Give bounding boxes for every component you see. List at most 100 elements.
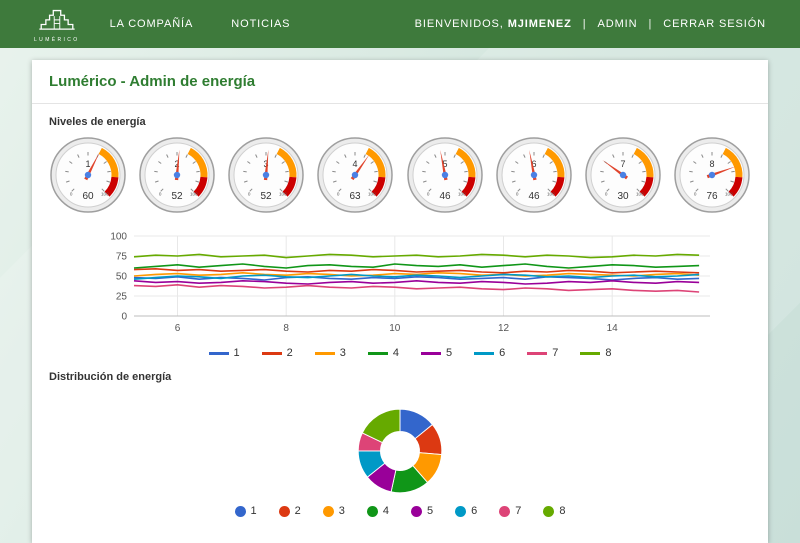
- donut-legend-item-4: 4: [367, 505, 389, 517]
- gauge-1: 0100160: [45, 136, 131, 214]
- svg-text:0: 0: [70, 192, 73, 197]
- legend-label: 5: [446, 347, 452, 359]
- svg-text:8: 8: [283, 323, 289, 334]
- gauge-7: 0100730: [580, 136, 666, 214]
- line-legend-item-4: 4: [368, 347, 399, 359]
- legend-dot-swatch: [411, 506, 422, 517]
- donut-legend-item-1: 1: [235, 505, 257, 517]
- line-legend-item-2: 2: [262, 347, 293, 359]
- gauge-2: 0100252: [134, 136, 220, 214]
- legend-label: 6: [471, 505, 477, 517]
- gauge-6: 0100646: [491, 136, 577, 214]
- legend-label: 2: [287, 347, 293, 359]
- svg-text:0: 0: [426, 192, 429, 197]
- svg-text:0: 0: [694, 192, 697, 197]
- nav-logout[interactable]: CERRAR SESIÓN: [663, 18, 766, 30]
- navbar-user-area: BIENVENIDOS, MJIMENEZ | ADMIN | CERRAR S…: [415, 18, 766, 30]
- legend-dot-swatch: [279, 506, 290, 517]
- svg-text:0: 0: [516, 192, 519, 197]
- legend-line-swatch: [368, 352, 388, 355]
- legend-label: 4: [383, 505, 389, 517]
- nav-noticias[interactable]: NOTICIAS: [231, 18, 290, 30]
- legend-line-swatch: [262, 352, 282, 355]
- line-series-4: [134, 264, 699, 268]
- legend-dot-swatch: [235, 506, 246, 517]
- gauge-value-label: 76: [706, 191, 718, 202]
- line-legend-item-5: 5: [421, 347, 452, 359]
- username: MJIMENEZ: [508, 18, 572, 30]
- legend-dot-swatch: [543, 506, 554, 517]
- donut-legend-item-8: 8: [543, 505, 565, 517]
- legend-line-swatch: [421, 352, 441, 355]
- legend-label: 1: [251, 505, 257, 517]
- line-chart-legend: 1 2 3 4 5 6 7 8: [98, 347, 722, 359]
- line-legend-item-7: 7: [527, 347, 558, 359]
- line-series-8: [134, 254, 699, 257]
- top-navbar: LUMÉRICO LA COMPAÑÍA NOTICIAS BIENVENIDO…: [0, 0, 800, 48]
- legend-label: 3: [339, 505, 345, 517]
- legend-dot-swatch: [323, 506, 334, 517]
- donut-chart-canvas: [348, 399, 452, 503]
- legend-line-swatch: [580, 352, 600, 355]
- gauges-section-title: Niveles de energía: [32, 104, 768, 132]
- nav-admin[interactable]: ADMIN: [598, 18, 638, 30]
- svg-text:100: 100: [458, 192, 466, 197]
- page-title: Lumérico - Admin de energía: [32, 60, 768, 104]
- svg-text:0: 0: [121, 312, 127, 323]
- legend-dot-swatch: [455, 506, 466, 517]
- svg-text:50: 50: [116, 272, 128, 283]
- main-card: Lumérico - Admin de energía Niveles de e…: [32, 60, 768, 543]
- legend-label: 2: [295, 505, 301, 517]
- legend-label: 8: [559, 505, 565, 517]
- svg-text:10: 10: [389, 323, 401, 334]
- gauge-dial-1: 0100160: [49, 136, 127, 214]
- legend-label: 3: [340, 347, 346, 359]
- donut-legend-item-5: 5: [411, 505, 433, 517]
- svg-text:6: 6: [175, 323, 181, 334]
- line-legend-item-6: 6: [474, 347, 505, 359]
- svg-text:14: 14: [607, 323, 619, 334]
- gauge-dial-2: 0100252: [138, 136, 216, 214]
- navbar-separator: |: [648, 18, 652, 30]
- svg-text:100: 100: [190, 192, 198, 197]
- legend-dot-swatch: [499, 506, 510, 517]
- gauge-dial-7: 0100730: [584, 136, 662, 214]
- legend-label: 6: [499, 347, 505, 359]
- legend-label: 1: [234, 347, 240, 359]
- svg-text:12: 12: [498, 323, 510, 334]
- gauge-value-label: 52: [172, 191, 184, 202]
- gauge-dial-5: 0100546: [406, 136, 484, 214]
- gauge-id-label: 7: [620, 159, 625, 169]
- legend-line-swatch: [474, 352, 494, 355]
- donut-legend-item-7: 7: [499, 505, 521, 517]
- donut-legend-item-2: 2: [279, 505, 301, 517]
- line-legend-item-1: 1: [209, 347, 240, 359]
- svg-text:0: 0: [159, 192, 162, 197]
- legend-label: 4: [393, 347, 399, 359]
- svg-text:100: 100: [636, 192, 644, 197]
- legend-line-swatch: [527, 352, 547, 355]
- gauge-8: 0100876: [669, 136, 755, 214]
- gauge-value-label: 46: [528, 191, 540, 202]
- legend-line-swatch: [209, 352, 229, 355]
- navbar-separator: |: [583, 18, 587, 30]
- brand-logo[interactable]: LUMÉRICO: [34, 5, 80, 43]
- line-chart-canvas: 681012140255075100: [98, 228, 722, 340]
- legend-label: 5: [427, 505, 433, 517]
- gauge-value-label: 30: [617, 191, 629, 202]
- gauge-value-label: 60: [82, 191, 94, 202]
- energy-line-chart: 681012140255075100 12345678: [98, 228, 722, 359]
- svg-text:25: 25: [116, 292, 128, 303]
- gauge-dial-4: 0100463: [316, 136, 394, 214]
- gauge-5: 0100546: [402, 136, 488, 214]
- svg-text:100: 100: [101, 192, 109, 197]
- line-series-7: [134, 285, 699, 292]
- nav-la-compania[interactable]: LA COMPAÑÍA: [110, 18, 194, 30]
- gauge-value-label: 52: [261, 191, 273, 202]
- legend-label: 8: [605, 347, 611, 359]
- donut-chart-legend: 1 2 3 4 5 6 7 8: [224, 505, 577, 517]
- gauge-id-label: 8: [709, 159, 714, 169]
- legend-line-swatch: [315, 352, 335, 355]
- gauges-row: 0100160010025201003520100463010054601006…: [32, 132, 768, 214]
- gauge-value-label: 46: [439, 191, 451, 202]
